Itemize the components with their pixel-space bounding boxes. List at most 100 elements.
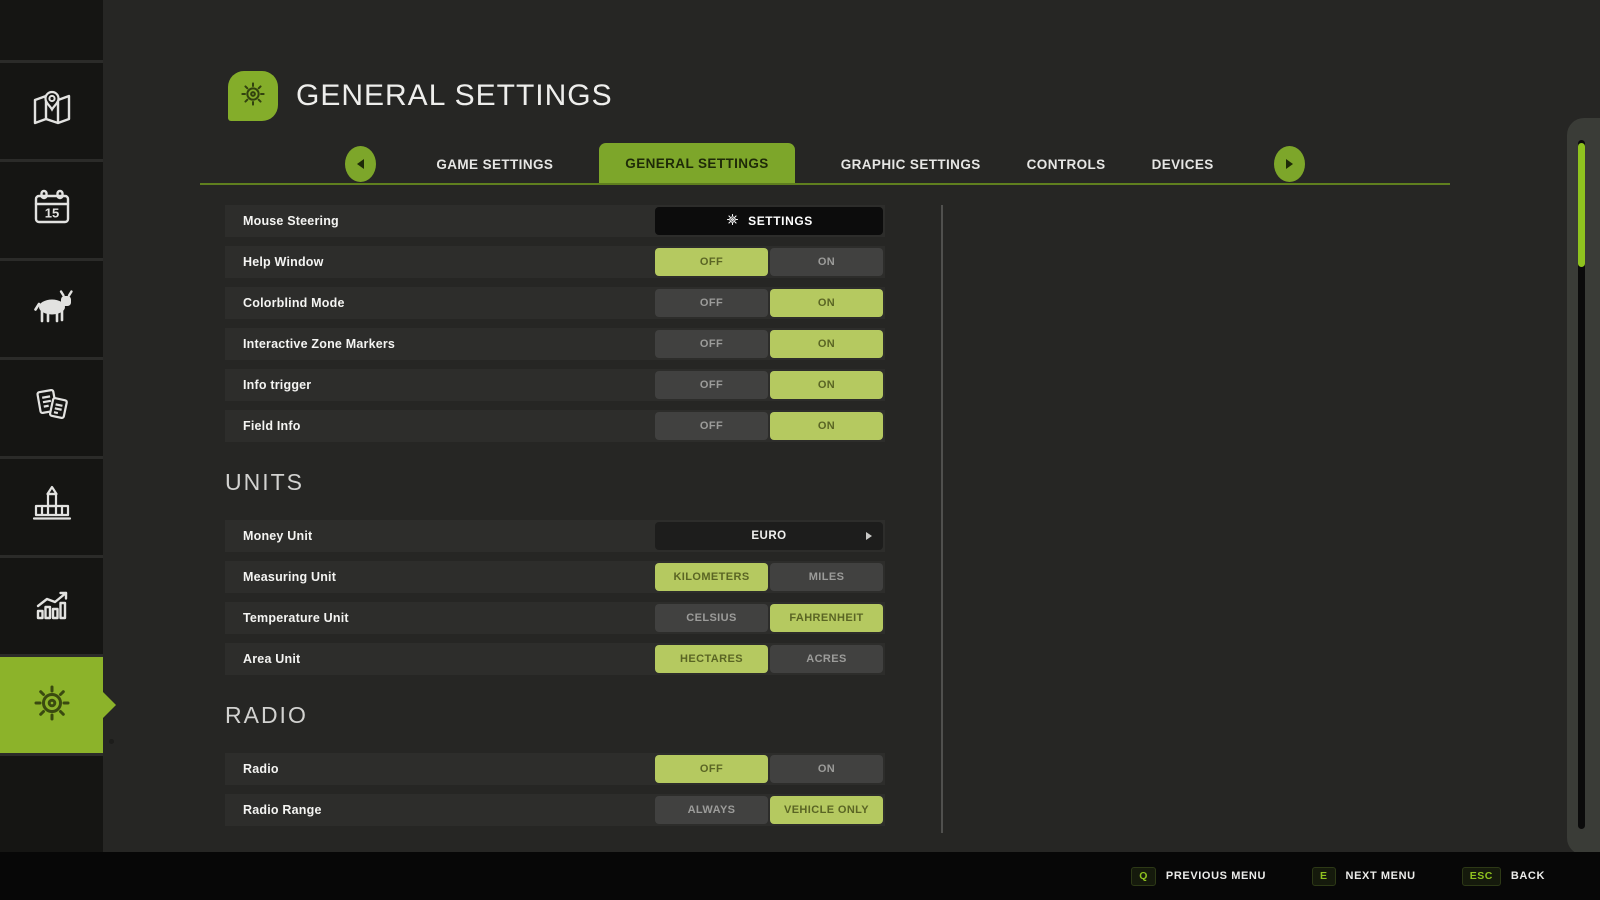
dropdown-value: EURO bbox=[751, 530, 786, 542]
prev-tab-button[interactable] bbox=[345, 146, 376, 182]
key-hint-label: BACK bbox=[1511, 870, 1545, 882]
setting-label: Radio bbox=[225, 762, 655, 776]
chevron-right-icon bbox=[866, 532, 872, 540]
key-badge: Q bbox=[1131, 867, 1156, 886]
toggle-option[interactable]: KILOMETERS bbox=[655, 563, 768, 591]
tab-devices[interactable]: DEVICES bbox=[1152, 157, 1214, 172]
setting-control: OFFON bbox=[655, 412, 883, 440]
toggle-option[interactable]: ON bbox=[770, 412, 883, 440]
key-badge: ESC bbox=[1462, 867, 1501, 886]
key-hint-label: PREVIOUS MENU bbox=[1166, 870, 1266, 882]
toggle-switch: ALWAYSVEHICLE ONLY bbox=[655, 796, 883, 824]
setting-label: Money Unit bbox=[225, 529, 655, 543]
toggle-option[interactable]: MILES bbox=[770, 563, 883, 591]
section-title: RADIO bbox=[225, 701, 885, 729]
gear-icon bbox=[237, 78, 269, 115]
toggle-option[interactable]: ON bbox=[770, 755, 883, 783]
tab-controls[interactable]: CONTROLS bbox=[1027, 157, 1106, 172]
tab-graphic-settings[interactable]: GRAPHIC SETTINGS bbox=[841, 157, 981, 172]
settings-row: Info trigger OFFON bbox=[225, 369, 885, 401]
key-hint-label: NEXT MENU bbox=[1346, 870, 1416, 882]
tab-general-settings[interactable]: GENERAL SETTINGS bbox=[599, 143, 794, 185]
section-title: UNITS bbox=[225, 468, 885, 496]
setting-label: Measuring Unit bbox=[225, 570, 655, 584]
settings-row: Area Unit HECTARESACRES bbox=[225, 643, 885, 675]
toggle-option[interactable]: OFF bbox=[655, 330, 768, 358]
svg-text:15: 15 bbox=[44, 205, 58, 220]
gear-icon bbox=[725, 212, 740, 230]
settings-row: Radio OFFON bbox=[225, 753, 885, 785]
toggle-option[interactable]: FAHRENHEIT bbox=[770, 604, 883, 632]
cow-icon bbox=[28, 283, 76, 336]
toggle-option[interactable]: ACRES bbox=[770, 645, 883, 673]
sidebar-item-statistics[interactable] bbox=[0, 558, 103, 657]
toggle-option[interactable]: HECTARES bbox=[655, 645, 768, 673]
setting-label: Radio Range bbox=[225, 803, 655, 817]
sidebar-item-calendar[interactable]: 15 bbox=[0, 162, 103, 261]
setting-control: HECTARESACRES bbox=[655, 645, 883, 673]
setting-control: OFFON bbox=[655, 371, 883, 399]
setting-control: ALWAYSVEHICLE ONLY bbox=[655, 796, 883, 824]
tab-bar: GAME SETTINGS GENERAL SETTINGS GRAPHIC SET… bbox=[200, 143, 1450, 185]
setting-control: KILOMETERSMILES bbox=[655, 563, 883, 591]
sidebar-item-animals[interactable] bbox=[0, 261, 103, 360]
documents-icon bbox=[28, 382, 76, 435]
toggle-option[interactable]: ON bbox=[770, 330, 883, 358]
toggle-option[interactable]: OFF bbox=[655, 412, 768, 440]
settings-row: Help Window OFFON bbox=[225, 246, 885, 278]
key-badge: E bbox=[1312, 867, 1336, 886]
next-tab-button[interactable] bbox=[1274, 146, 1305, 182]
setting-control: CELSIUSFAHRENHEIT bbox=[655, 604, 883, 632]
settings-row: Field Info OFFON bbox=[225, 410, 885, 442]
settings-row: Radio Range ALWAYSVEHICLE ONLY bbox=[225, 794, 885, 826]
settings-row: Mouse Steering SETTINGS bbox=[225, 205, 885, 237]
setting-label: Help Window bbox=[225, 255, 655, 269]
toggle-option[interactable]: CELSIUS bbox=[655, 604, 768, 632]
factory-icon bbox=[28, 481, 76, 534]
right-arrow-icon bbox=[1286, 159, 1293, 169]
left-arrow-icon bbox=[357, 159, 364, 169]
setting-label: Interactive Zone Markers bbox=[225, 337, 655, 351]
page-title: GENERAL SETTINGS bbox=[296, 79, 613, 113]
toggle-switch: CELSIUSFAHRENHEIT bbox=[655, 604, 883, 632]
toggle-option[interactable]: ON bbox=[770, 371, 883, 399]
tab-game-settings[interactable]: GAME SETTINGS bbox=[436, 157, 553, 172]
chart-icon bbox=[28, 580, 76, 633]
toggle-option[interactable]: OFF bbox=[655, 371, 768, 399]
sidebar-item-settings[interactable] bbox=[0, 657, 103, 756]
toggle-option[interactable]: ON bbox=[770, 248, 883, 276]
setting-control: OFFON bbox=[655, 289, 883, 317]
toggle-option[interactable]: OFF bbox=[655, 248, 768, 276]
toggle-switch: OFFON bbox=[655, 289, 883, 317]
setting-label: Colorblind Mode bbox=[225, 296, 655, 310]
sidebar-item-map[interactable] bbox=[0, 63, 103, 162]
toggle-option[interactable]: OFF bbox=[655, 289, 768, 317]
settings-row: Money Unit EURO bbox=[225, 520, 885, 552]
toggle-option[interactable]: ON bbox=[770, 289, 883, 317]
toggle-switch: OFFON bbox=[655, 330, 883, 358]
settings-list: Mouse Steering SETTINGS Help Window OFFO… bbox=[225, 205, 885, 835]
sidebar-item-production[interactable] bbox=[0, 459, 103, 558]
map-icon bbox=[28, 85, 76, 138]
setting-label: Area Unit bbox=[225, 652, 655, 666]
page-title-badge bbox=[228, 71, 278, 121]
content-scrollbar[interactable] bbox=[941, 205, 943, 833]
setting-label: Info trigger bbox=[225, 378, 655, 392]
settings-button[interactable]: SETTINGS bbox=[655, 207, 883, 235]
sidebar: 15 bbox=[0, 0, 103, 852]
sidebar-spacer bbox=[0, 0, 103, 63]
toggle-switch: OFFON bbox=[655, 248, 883, 276]
toggle-option[interactable]: OFF bbox=[655, 755, 768, 783]
dropdown-select[interactable]: EURO bbox=[655, 522, 883, 550]
page-scrollbar bbox=[1567, 118, 1600, 855]
settings-row: Temperature Unit CELSIUSFAHRENHEIT bbox=[225, 602, 885, 634]
active-pointer-dot bbox=[109, 739, 114, 744]
key-hint: Q PREVIOUS MENU bbox=[1131, 867, 1266, 886]
toggle-option[interactable]: ALWAYS bbox=[655, 796, 768, 824]
sidebar-item-contracts[interactable] bbox=[0, 360, 103, 459]
toggle-option[interactable]: VEHICLE ONLY bbox=[770, 796, 883, 824]
page-scrollbar-thumb[interactable] bbox=[1578, 143, 1585, 267]
settings-row: Measuring Unit KILOMETERSMILES bbox=[225, 561, 885, 593]
settings-row: Colorblind Mode OFFON bbox=[225, 287, 885, 319]
calendar-icon: 15 bbox=[28, 184, 76, 237]
